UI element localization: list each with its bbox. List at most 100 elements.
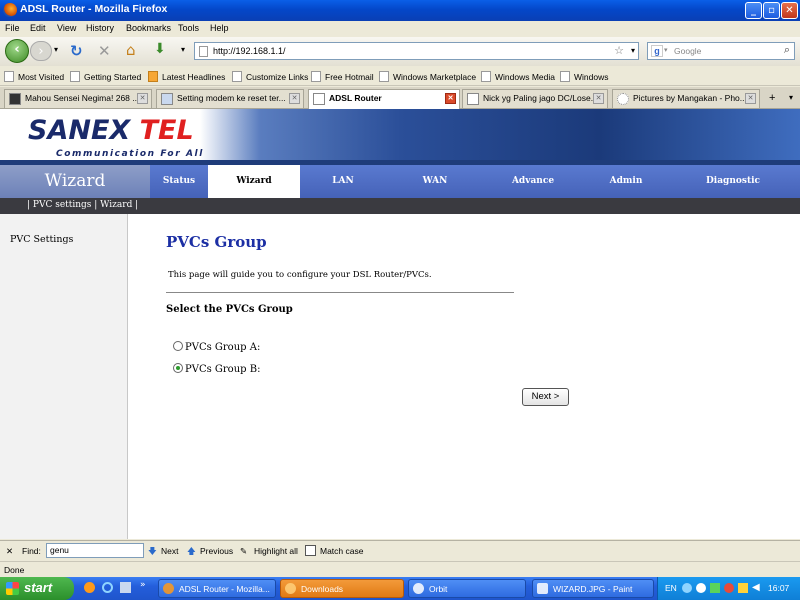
tray-clock-icon[interactable]: [696, 583, 706, 593]
quicklaunch-ie-icon[interactable]: [102, 582, 113, 593]
option-label: PVCs Group A:: [185, 342, 261, 353]
tray-antivirus-icon[interactable]: [724, 583, 734, 593]
menu-bookmarks[interactable]: Bookmarks: [126, 23, 171, 33]
engine-dropdown-icon[interactable]: ▾: [664, 46, 668, 54]
nav-status[interactable]: Status: [150, 165, 208, 198]
google-icon[interactable]: g: [651, 45, 663, 57]
menu-file[interactable]: File: [5, 23, 20, 33]
task-firefox[interactable]: ADSL Router - Mozilla...: [158, 579, 276, 598]
tab-label: Mahou Sensei Negima! 268 ...: [25, 93, 140, 103]
system-tray: EN ◀ 16:07: [657, 577, 800, 600]
tab-close-icon[interactable]: ✕: [137, 93, 148, 104]
history-dropdown-icon[interactable]: ▾: [54, 45, 58, 54]
logo-tagline: Communication For All: [56, 149, 204, 159]
tab-close-icon[interactable]: ✕: [593, 93, 604, 104]
bookmark-free-hotmail[interactable]: Free Hotmail: [311, 71, 374, 82]
tab-nick[interactable]: Nick yg Paling jago DC/Lose... ✕: [462, 89, 608, 108]
page-icon: [481, 71, 491, 82]
downloads-icon: [285, 583, 296, 594]
radio-group-a[interactable]: [173, 341, 183, 351]
minimize-button[interactable]: _: [745, 2, 762, 19]
nav-diagnostic[interactable]: Diagnostic: [670, 165, 796, 198]
start-button[interactable]: start: [0, 577, 74, 600]
bookmark-customize-links[interactable]: Customize Links: [232, 71, 308, 82]
close-button[interactable]: ✕: [781, 2, 798, 19]
find-close-icon[interactable]: ✕: [6, 546, 13, 557]
clock[interactable]: 16:07: [768, 583, 789, 593]
bookmark-windows[interactable]: Windows: [560, 71, 608, 82]
nav-wizard[interactable]: Wizard: [208, 165, 300, 198]
tray-messenger-icon[interactable]: [738, 583, 748, 593]
maximize-button[interactable]: ▫: [763, 2, 780, 19]
tab-favicon-icon: [9, 93, 21, 105]
reload-icon[interactable]: ↻: [70, 42, 83, 60]
tab-close-icon[interactable]: ✕: [289, 93, 300, 104]
task-orbit[interactable]: Orbit: [408, 579, 526, 598]
window-titlebar[interactable]: ADSL Router - Mozilla Firefox _ ▫ ✕: [0, 0, 800, 21]
find-input[interactable]: genu: [46, 543, 144, 558]
quicklaunch-expand-icon[interactable]: »: [140, 580, 146, 590]
back-arrow-icon[interactable]: ‹: [5, 39, 29, 63]
nav-lan[interactable]: LAN: [300, 165, 386, 198]
tab-close-icon[interactable]: ✕: [445, 93, 456, 104]
find-bar: ✕ Find: genu 🡇 Next 🡅 Previous ✎ Highlig…: [0, 540, 800, 560]
quicklaunch-firefox-icon[interactable]: [84, 582, 95, 593]
bookmark-windows-media[interactable]: Windows Media: [481, 71, 555, 82]
download-dropdown-icon[interactable]: ▾: [181, 45, 185, 54]
menu-view[interactable]: View: [57, 23, 76, 33]
page-description: This page will guide you to configure yo…: [168, 270, 432, 280]
bookmark-most-visited[interactable]: Most Visited: [4, 71, 64, 82]
select-group-label: Select the PVCs Group: [166, 304, 293, 315]
menu-help[interactable]: Help: [210, 23, 229, 33]
menu-edit[interactable]: Edit: [30, 23, 46, 33]
task-downloads[interactable]: Downloads: [280, 579, 404, 598]
tray-shield-icon[interactable]: [710, 583, 720, 593]
download-icon[interactable]: ⬇: [154, 41, 166, 57]
tab-negima[interactable]: Mahou Sensei Negima! 268 ... ✕: [4, 89, 152, 108]
window-title: ADSL Router - Mozilla Firefox: [20, 3, 168, 15]
url-input[interactable]: http://192.168.1.1/ ☆ ▾: [194, 42, 639, 60]
next-button[interactable]: Next >: [522, 388, 569, 406]
forward-arrow-icon[interactable]: ›: [30, 41, 52, 61]
nav-admin[interactable]: Admin: [582, 165, 670, 198]
task-paint[interactable]: WIZARD.JPG - Paint: [532, 579, 654, 598]
bookmark-latest-headlines[interactable]: Latest Headlines: [148, 71, 225, 82]
search-input[interactable]: g ▾ Google ⌕: [647, 42, 795, 60]
nav-advance[interactable]: Advance: [484, 165, 582, 198]
language-indicator[interactable]: EN: [665, 583, 677, 593]
menu-history[interactable]: History: [86, 23, 114, 33]
menu-tools[interactable]: Tools: [178, 23, 199, 33]
url-dropdown-icon[interactable]: ▾: [631, 46, 635, 55]
nav-wan[interactable]: WAN: [386, 165, 484, 198]
tab-pictures[interactable]: Pictures by Mangakan - Pho... ✕: [612, 89, 760, 108]
tray-volume-icon[interactable]: ◀: [752, 582, 760, 593]
task-label: WIZARD.JPG - Paint: [553, 584, 633, 594]
tab-adsl-router[interactable]: ADSL Router ✕: [308, 89, 460, 109]
sidebar-item-pvc-settings[interactable]: PVC Settings: [10, 234, 73, 245]
match-case-checkbox[interactable]: [305, 545, 316, 556]
tab-setting-modem[interactable]: Setting modem ke reset ter... ✕: [156, 89, 304, 108]
sub-navigation[interactable]: | PVC settings | Wizard |: [0, 198, 800, 214]
highlight-all-button[interactable]: Highlight all: [254, 546, 298, 556]
home-icon[interactable]: ⌂: [126, 41, 136, 59]
find-next-button[interactable]: Next: [161, 546, 178, 556]
start-label: start: [24, 580, 53, 595]
bookmark-windows-marketplace[interactable]: Windows Marketplace: [379, 71, 476, 82]
find-previous-button[interactable]: Previous: [200, 546, 233, 556]
bookmark-star-icon[interactable]: ☆: [614, 44, 624, 57]
tray-network-icon[interactable]: [682, 583, 692, 593]
option-pvcs-group-a[interactable]: PVCs Group A:: [173, 341, 260, 353]
tab-close-icon[interactable]: ✕: [745, 93, 756, 104]
section-title: Wizard: [0, 165, 150, 198]
radio-group-b[interactable]: [173, 363, 183, 373]
find-previous-arrow-icon: 🡅: [187, 546, 196, 556]
search-icon[interactable]: ⌕: [784, 44, 790, 57]
bookmark-getting-started[interactable]: Getting Started: [70, 71, 141, 82]
tab-list-dropdown-icon[interactable]: ▾: [789, 93, 793, 102]
quicklaunch-desktop-icon[interactable]: [120, 582, 131, 593]
stop-icon[interactable]: ✕: [98, 42, 111, 60]
new-tab-icon[interactable]: +: [769, 92, 775, 104]
firefox-icon: [163, 583, 174, 594]
option-label: PVCs Group B:: [185, 364, 261, 375]
option-pvcs-group-b[interactable]: PVCs Group B:: [173, 363, 260, 375]
